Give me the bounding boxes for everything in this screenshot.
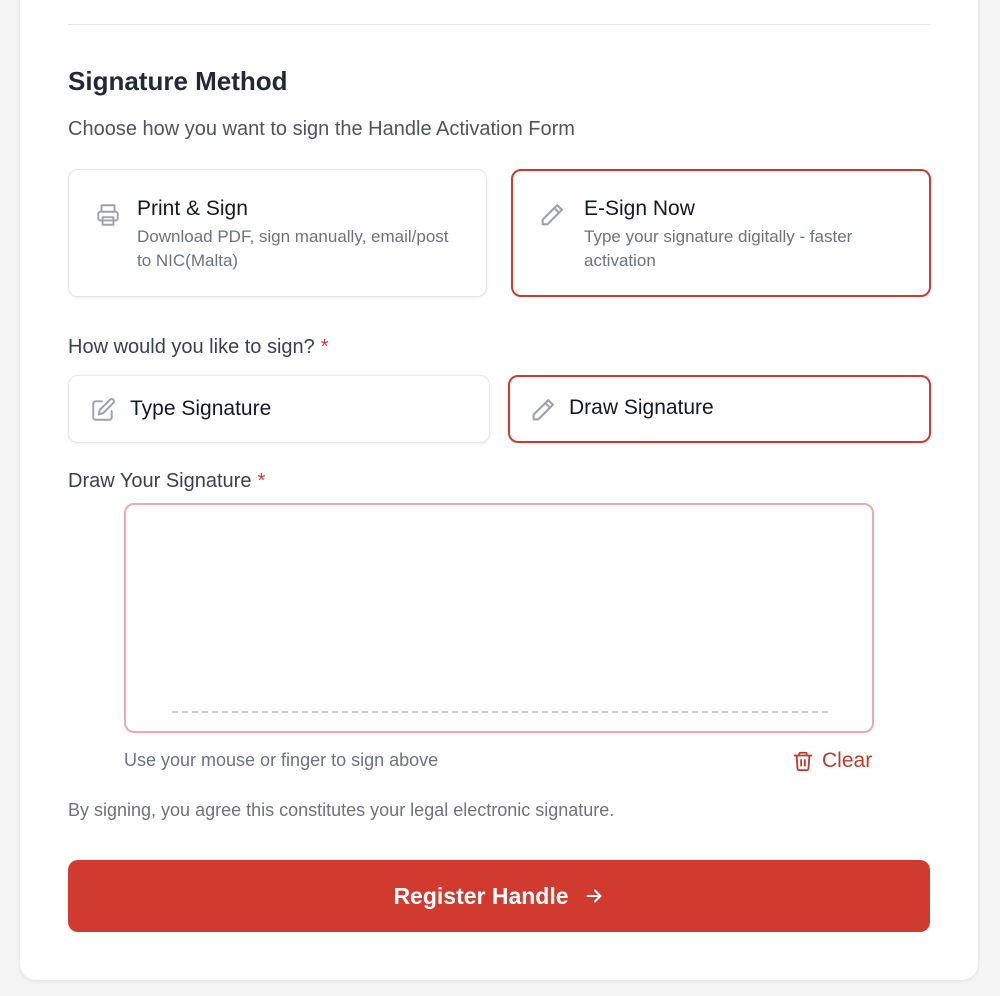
sign-option-label: Type Signature [130, 397, 272, 420]
sign-option-label: Draw Signature [569, 396, 714, 419]
section-title: Signature Method [68, 66, 288, 96]
signature-hint: Use your mouse or finger to sign above [124, 750, 439, 770]
method-description: Type your signature digitally - faster a… [584, 227, 853, 270]
register-handle-button[interactable]: Register Handle [68, 860, 930, 932]
arrow-right-icon [583, 885, 605, 907]
clear-label: Clear [822, 749, 873, 772]
pencil-icon [529, 396, 555, 422]
trash-icon [792, 750, 814, 772]
method-option-e-sign[interactable]: E-Sign Now Type your signature digitally… [511, 169, 931, 297]
method-title: E-Sign Now [584, 197, 695, 220]
sign-option-draw[interactable]: Draw Signature [508, 375, 931, 443]
register-handle-label: Register Handle [393, 882, 569, 909]
required-mark: * [257, 470, 266, 492]
signature-pad[interactable] [124, 503, 874, 733]
required-mark: * [320, 336, 329, 358]
method-title: Print & Sign [137, 197, 248, 220]
draw-signature-label: Draw Your Signature * [68, 470, 266, 492]
pencil-icon [538, 201, 564, 227]
method-description: Download PDF, sign manually, email/post … [137, 227, 449, 270]
section-divider [68, 24, 930, 25]
edit-square-icon [90, 397, 116, 423]
printer-icon [95, 202, 121, 228]
sign-option-type[interactable]: Type Signature [68, 375, 490, 443]
sign-question-label: How would you like to sign? * [68, 336, 329, 358]
signature-baseline [172, 711, 828, 713]
clear-button[interactable]: Clear [792, 748, 872, 774]
legal-notice: By signing, you agree this constitutes y… [68, 800, 615, 820]
section-subtitle: Choose how you want to sign the Handle A… [68, 118, 575, 140]
method-option-print-sign[interactable]: Print & Sign Download PDF, sign manually… [68, 169, 487, 297]
